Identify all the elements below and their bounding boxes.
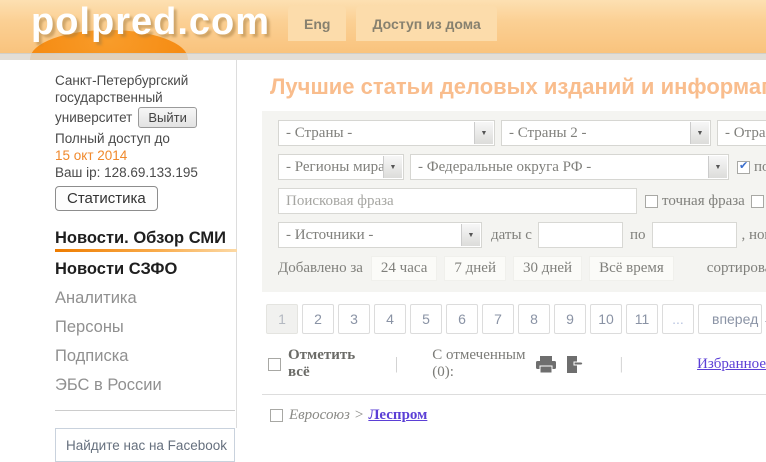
- filter-panel: - Страны - ▼ - Страны 2 - ▼ - Отрасли - …: [262, 111, 766, 292]
- date-to-label: по: [630, 227, 646, 244]
- result-topic-link[interactable]: Леспром: [368, 407, 427, 424]
- site-logo[interactable]: polpred.com: [31, 1, 270, 44]
- page-button[interactable]: 8: [518, 304, 550, 334]
- header: polpred.com Eng Доступ из дома: [0, 0, 766, 60]
- period-button[interactable]: 30 дней: [513, 256, 582, 281]
- vertical-separator: |: [395, 354, 398, 374]
- sidebar-item[interactable]: Новости. Обзор СМИ: [55, 228, 236, 252]
- world-regions-select-value: - Регионы мира -: [286, 159, 394, 175]
- sidebar-item[interactable]: ЭБС в России: [55, 375, 236, 395]
- chevron-down-icon: ▼: [474, 122, 493, 144]
- statistics-button[interactable]: Статистика: [55, 186, 158, 211]
- sort-control: сортировать по дате: [707, 260, 766, 277]
- result-item: Евросоюз > Леспром В2013 г. потребление …: [270, 407, 766, 428]
- result-category: Евросоюз: [289, 407, 350, 424]
- with-selected-label: С отмеченным (0):: [432, 347, 525, 381]
- header-tabs: Eng Доступ из дома: [288, 6, 507, 41]
- sidebar-item[interactable]: Аналитика: [55, 288, 236, 308]
- content-divider: [262, 394, 766, 395]
- extra-checkbox[interactable]: [751, 195, 764, 208]
- page-button[interactable]: 7: [482, 304, 514, 334]
- sidebar-divider: [55, 410, 235, 411]
- federal-districts-select-value: - Федеральные округа РФ -: [418, 159, 591, 175]
- world-regions-select[interactable]: - Регионы мира - ▼: [278, 154, 404, 180]
- countries2-select[interactable]: - Страны 2 - ▼: [501, 120, 711, 146]
- date-from-label: даты с: [491, 227, 532, 244]
- sidebar-item[interactable]: Персоны: [55, 317, 236, 337]
- page-button[interactable]: 3: [338, 304, 370, 334]
- numbers-label: , номера: [741, 227, 766, 244]
- sources-select-value: - Источники -: [286, 227, 373, 243]
- industries-select[interactable]: - Отрасли - ▼: [717, 120, 766, 146]
- period-buttons: 24 часа 7 дней 30 дней Всё время: [371, 256, 681, 281]
- period-button[interactable]: 7 дней: [444, 256, 506, 281]
- page-button[interactable]: 6: [446, 304, 478, 334]
- sidebar-item[interactable]: Новости СЗФО: [55, 259, 236, 279]
- chevron-down-icon: ▼: [690, 122, 709, 144]
- org-name-line3: университет: [55, 109, 132, 126]
- period-button[interactable]: 24 часа: [371, 256, 437, 281]
- main-content: Лучшие статьи деловых изданий и информаг…: [238, 60, 766, 428]
- added-label: Добавлено за: [278, 260, 363, 277]
- countries2-select-value: - Страны 2 -: [509, 125, 587, 141]
- tab-eng[interactable]: Eng: [288, 6, 346, 41]
- sources-select[interactable]: - Источники - ▼: [278, 222, 482, 248]
- access-label: Полный доступ до: [55, 130, 236, 147]
- industries-select-value: - Отрасли -: [725, 125, 766, 141]
- org-name-line2: государственный: [55, 89, 236, 106]
- ip-line: Ваш ip: 128.69.133.195: [55, 164, 236, 181]
- exact-phrase-checkbox[interactable]: [645, 195, 658, 208]
- account-block: Санкт-Петербургский государственный унив…: [55, 72, 236, 211]
- countries-select[interactable]: - Страны - ▼: [278, 120, 495, 146]
- vertical-separator: |: [620, 354, 623, 374]
- pagination: 1234567891011...вперед →: [266, 304, 766, 334]
- sidebar: Санкт-Петербургский государственный унив…: [0, 60, 237, 428]
- sidebar-nav: Новости. Обзор СМИ Новости СЗФО Аналитика П…: [55, 228, 236, 395]
- header-bottom-band: [0, 53, 766, 60]
- select-all-checkbox[interactable]: [268, 358, 281, 371]
- full-text-label: полный текст: [754, 159, 766, 176]
- page-button[interactable]: 1: [266, 304, 298, 334]
- chevron-down-icon: ▼: [383, 156, 402, 178]
- date-to-input[interactable]: [652, 222, 737, 248]
- page-button[interactable]: 10: [590, 304, 622, 334]
- page-button[interactable]: 2: [302, 304, 334, 334]
- page-button[interactable]: 11: [626, 304, 658, 334]
- facebook-widget[interactable]: Найдите нас на Facebook: [55, 428, 235, 462]
- date-from-input[interactable]: [538, 222, 623, 248]
- page-button[interactable]: 5: [410, 304, 442, 334]
- chevron-down-icon: ▼: [461, 224, 480, 246]
- export-document-icon[interactable]: [566, 356, 586, 373]
- full-text-checkbox[interactable]: [737, 161, 750, 174]
- org-name-line1: Санкт-Петербургский: [55, 72, 236, 89]
- chevron-down-icon: ▼: [708, 156, 727, 178]
- select-all-label: Отметить всё: [288, 347, 361, 381]
- exact-phrase-label: точная фраза: [662, 193, 745, 210]
- search-input[interactable]: [278, 188, 637, 214]
- federal-districts-select[interactable]: - Федеральные округа РФ - ▼: [410, 154, 729, 180]
- page-button[interactable]: 9: [554, 304, 586, 334]
- access-date: 15 окт 2014: [55, 147, 236, 164]
- page-title: Лучшие статьи деловых изданий и информаг…: [270, 74, 766, 100]
- next-page-button[interactable]: вперед →: [698, 304, 762, 334]
- favorites-link[interactable]: Избранное: [697, 356, 766, 373]
- logout-button[interactable]: Выйти: [138, 107, 197, 128]
- page-button[interactable]: 4: [374, 304, 406, 334]
- print-icon[interactable]: [536, 356, 556, 373]
- period-button[interactable]: Всё время: [589, 256, 674, 281]
- tab-home-access[interactable]: Доступ из дома: [356, 6, 496, 41]
- page-ellipsis[interactable]: ...: [662, 304, 694, 334]
- selection-bar: Отметить всё | С отмеченным (0): | Избра…: [268, 347, 766, 381]
- sort-label: сортировать: [707, 260, 766, 276]
- sidebar-item[interactable]: Подписка: [55, 346, 236, 366]
- countries-select-value: - Страны -: [286, 125, 352, 141]
- result-checkbox[interactable]: [270, 409, 283, 422]
- result-separator: >: [355, 407, 363, 424]
